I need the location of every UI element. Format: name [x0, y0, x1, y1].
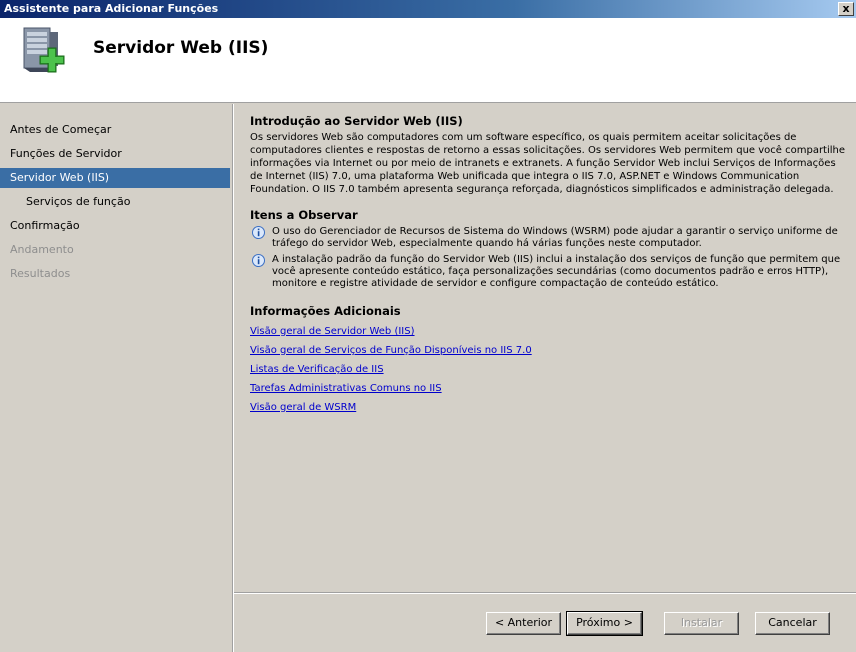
footer-divider: [234, 592, 856, 594]
note-item: A instalação padrão da função do Servido…: [250, 254, 850, 290]
install-button: Instalar: [664, 612, 739, 635]
nav-item-servicos-de-funcao[interactable]: Serviços de função: [0, 192, 230, 212]
info-icon: [252, 254, 265, 267]
nav-item-confirmacao[interactable]: Confirmação: [0, 216, 230, 236]
links-section: Informações Adicionais Visão geral de Se…: [250, 304, 850, 417]
wizard-header: Servidor Web (IIS): [0, 18, 856, 103]
nav-item-servidor-web[interactable]: Servidor Web (IIS): [0, 168, 230, 188]
intro-title: Introdução ao Servidor Web (IIS): [250, 114, 463, 128]
link-visao-geral-servidor-web[interactable]: Visão geral de Servidor Web (IIS): [250, 322, 850, 341]
wizard-steps-nav: Antes de Começar Funções de Servidor Ser…: [0, 104, 232, 652]
main-content: Introdução ao Servidor Web (IIS) Os serv…: [250, 114, 850, 417]
close-button[interactable]: x: [838, 2, 854, 16]
title-bar: Assistente para Adicionar Funções x: [0, 0, 856, 18]
links-title: Informações Adicionais: [250, 304, 401, 318]
cancel-button[interactable]: Cancelar: [755, 612, 830, 635]
notes-section: Itens a Observar O uso do Gerenciador de…: [250, 208, 850, 290]
link-listas-verificacao-iis[interactable]: Listas de Verificação de IIS: [250, 360, 850, 379]
note-item: O uso do Gerenciador de Recursos de Sist…: [250, 226, 850, 250]
back-button[interactable]: < Anterior: [486, 612, 561, 635]
notes-title: Itens a Observar: [250, 208, 358, 222]
server-add-icon: [23, 27, 65, 73]
link-tarefas-administrativas[interactable]: Tarefas Administrativas Comuns no IIS: [250, 379, 850, 398]
page-title: Servidor Web (IIS): [93, 38, 269, 58]
nav-item-andamento: Andamento: [10, 243, 74, 256]
info-icon: [252, 226, 265, 239]
nav-item-antes-de-comecar[interactable]: Antes de Começar: [0, 120, 230, 140]
window-title: Assistente para Adicionar Funções: [4, 2, 219, 15]
nav-divider: [232, 104, 234, 652]
next-button[interactable]: Próximo >: [566, 611, 643, 636]
nav-item-funcoes-de-servidor[interactable]: Funções de Servidor: [0, 144, 230, 164]
link-visao-geral-servicos-funcao[interactable]: Visão geral de Serviços de Função Dispon…: [250, 341, 850, 360]
note-text: O uso do Gerenciador de Recursos de Sist…: [272, 226, 838, 249]
note-text: A instalação padrão da função do Servido…: [272, 254, 841, 289]
link-visao-geral-wsrm[interactable]: Visão geral de WSRM: [250, 398, 850, 417]
nav-item-resultados: Resultados: [10, 267, 71, 280]
intro-text: Os servidores Web são computadores com u…: [250, 132, 846, 195]
